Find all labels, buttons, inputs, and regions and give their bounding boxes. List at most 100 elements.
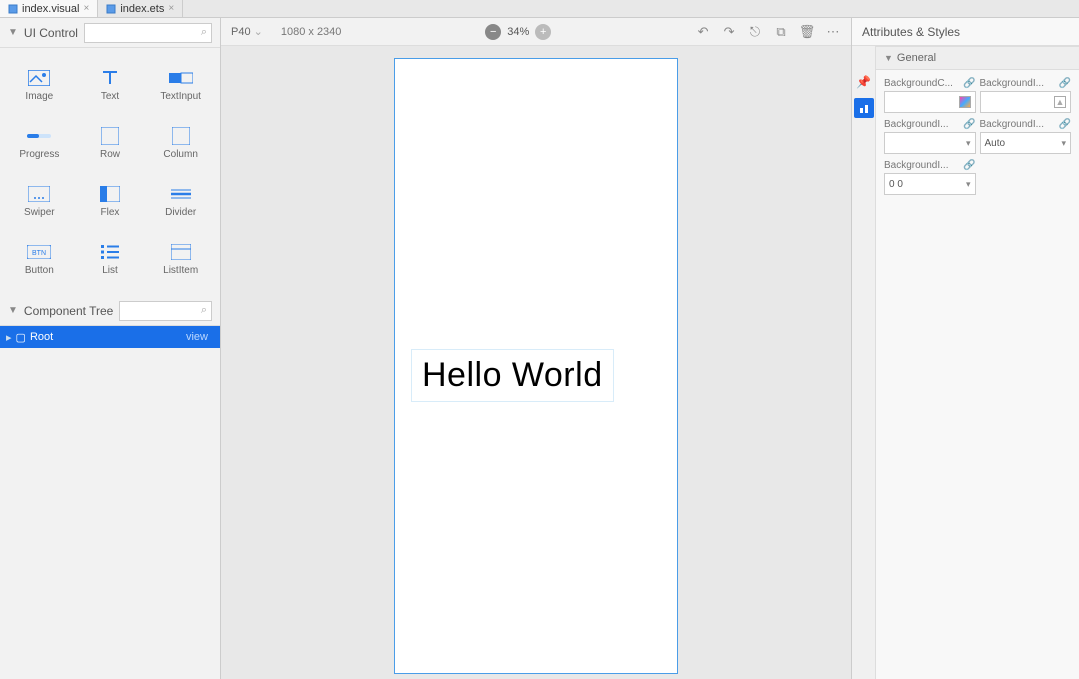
progress-icon xyxy=(27,127,51,145)
chevron-down-icon: ▾ xyxy=(966,138,971,149)
chevron-down-icon: ⌄ xyxy=(254,26,263,38)
prop-label: BackgroundI... xyxy=(884,119,948,130)
control-label: Row xyxy=(100,149,120,160)
control-label: ListItem xyxy=(163,265,198,276)
link-icon[interactable]: 🔗 xyxy=(1059,78,1071,89)
dimensions-label: 1080 x 2340 xyxy=(281,26,342,38)
canvas-area: P40 ⌄ 1080 x 2340 − 34% + ↶ ↷ ⎋ ⧉ 🗑 ⋯ He… xyxy=(221,18,851,679)
zoom-out-button[interactable]: − xyxy=(485,24,501,40)
dropdown-input[interactable]: 0 0 ▾ xyxy=(884,173,976,195)
link-icon[interactable]: 🔗 xyxy=(963,160,975,171)
styles-tab[interactable] xyxy=(854,98,874,118)
color-swatch xyxy=(959,96,971,108)
section-general[interactable]: ▼ General xyxy=(876,46,1079,70)
button-icon: BTN xyxy=(27,243,51,261)
properties-list: ▼ General BackgroundC...🔗 BackgroundI...… xyxy=(876,46,1079,679)
column-icon xyxy=(169,127,193,145)
control-label: Button xyxy=(25,265,54,276)
node-label: Root xyxy=(30,331,53,343)
device-selector[interactable]: P40 ⌄ xyxy=(231,25,263,38)
canvas-toolbar: P40 ⌄ 1080 x 2340 − 34% + ↶ ↷ ⎋ ⧉ 🗑 ⋯ xyxy=(221,18,851,46)
prop-backgroundcolor: BackgroundC...🔗 xyxy=(884,78,976,113)
control-swiper[interactable]: Swiper xyxy=(4,172,75,230)
link-icon[interactable]: 🔗 xyxy=(963,119,975,130)
zoom-controls: − 34% + xyxy=(485,24,551,40)
control-listitem[interactable]: ListItem xyxy=(145,230,216,288)
text-component[interactable]: Hello World xyxy=(411,349,614,402)
ui-control-grid: Image Text TextInput Progress Row xyxy=(0,48,220,296)
copy-icon[interactable]: ⧉ xyxy=(773,24,789,40)
ui-control-header: ▼ UI Control ⌕ xyxy=(0,18,220,48)
panel-title: UI Control xyxy=(24,26,78,40)
chevron-down-icon: ▼ xyxy=(884,53,893,63)
color-input[interactable] xyxy=(884,91,976,113)
search-icon: ⌕ xyxy=(201,304,207,317)
caret-right-icon: ▸ xyxy=(6,331,12,344)
chevron-down-icon: ▾ xyxy=(1061,138,1066,149)
control-progress[interactable]: Progress xyxy=(4,114,75,172)
control-label: Column xyxy=(163,149,197,160)
close-icon[interactable]: × xyxy=(83,3,89,14)
image-icon: ▲ xyxy=(1054,96,1066,108)
side-tabs: 📌 xyxy=(852,46,876,679)
control-button[interactable]: BTN Button xyxy=(4,230,75,288)
tab-index-ets[interactable]: index.ets × xyxy=(98,0,183,17)
file-tabs: index.visual × index.ets × xyxy=(0,0,1079,18)
prop-value: 0 0 xyxy=(889,179,903,190)
undo-icon[interactable]: ↶ xyxy=(695,24,711,40)
control-image[interactable]: Image xyxy=(4,56,75,114)
chevron-down-icon[interactable]: ▼ xyxy=(8,305,18,316)
search-input[interactable]: ⌕ xyxy=(84,23,212,43)
tab-label: index.ets xyxy=(120,3,164,15)
text-icon xyxy=(98,69,122,87)
prop-label: BackgroundI... xyxy=(980,119,1044,130)
control-list[interactable]: List xyxy=(75,230,146,288)
dropdown-input[interactable]: Auto ▾ xyxy=(980,132,1072,154)
control-column[interactable]: Column xyxy=(145,114,216,172)
prop-label: BackgroundI... xyxy=(884,160,948,171)
zoom-value: 34% xyxy=(507,26,529,38)
zoom-in-button[interactable]: + xyxy=(535,24,551,40)
link-icon[interactable]: 🔗 xyxy=(1059,119,1071,130)
prop-backgroundimagerepeat: BackgroundI... 🔗 ▾ xyxy=(884,119,976,154)
textinput-icon xyxy=(169,69,193,87)
dropdown-input[interactable]: ▾ xyxy=(884,132,976,154)
control-flex[interactable]: Flex xyxy=(75,172,146,230)
control-label: TextInput xyxy=(160,91,201,102)
list-icon xyxy=(98,243,122,261)
control-row[interactable]: Row xyxy=(75,114,146,172)
tree-root-node[interactable]: ▸ ▢ Root view xyxy=(0,326,220,348)
rotate-device-icon[interactable]: ⎋ xyxy=(747,24,763,40)
redo-icon[interactable]: ↷ xyxy=(721,24,737,40)
prop-value: Auto xyxy=(985,138,1006,149)
control-label: Text xyxy=(101,91,119,102)
search-icon: ⌕ xyxy=(201,26,207,39)
device-frame[interactable]: Hello World xyxy=(394,58,678,674)
close-icon[interactable]: × xyxy=(168,3,174,14)
tab-label: index.visual xyxy=(22,3,79,15)
search-input[interactable]: ⌕ xyxy=(119,301,212,321)
attributes-panel: Attributes & Styles 📌 ▼ General Backgrou… xyxy=(851,18,1079,679)
more-icon[interactable]: ⋯ xyxy=(825,24,841,40)
control-label: List xyxy=(102,265,118,276)
image-input[interactable]: ▲ xyxy=(980,91,1072,113)
canvas-viewport[interactable]: Hello World xyxy=(221,46,851,679)
section-label: General xyxy=(897,52,936,64)
control-text[interactable]: Text xyxy=(75,56,146,114)
tab-index-visual[interactable]: index.visual × xyxy=(0,0,98,17)
control-divider[interactable]: Divider xyxy=(145,172,216,230)
control-label: Progress xyxy=(19,149,59,160)
control-label: Divider xyxy=(165,207,196,218)
prop-backgroundimagepos: BackgroundI... 🔗 0 0 ▾ xyxy=(884,160,976,195)
control-label: Swiper xyxy=(24,207,55,218)
file-icon xyxy=(106,4,116,14)
delete-icon[interactable]: 🗑 xyxy=(799,24,815,40)
control-textinput[interactable]: TextInput xyxy=(145,56,216,114)
toolbar-actions: ↶ ↷ ⎋ ⧉ 🗑 ⋯ xyxy=(695,24,841,40)
link-icon[interactable]: 🔗 xyxy=(963,78,975,89)
svg-text:BTN: BTN xyxy=(32,250,46,257)
pin-tab[interactable]: 📌 xyxy=(854,72,874,92)
chevron-down-icon[interactable]: ▼ xyxy=(8,27,18,38)
chevron-down-icon: ▾ xyxy=(966,179,971,190)
control-label: Flex xyxy=(101,207,120,218)
